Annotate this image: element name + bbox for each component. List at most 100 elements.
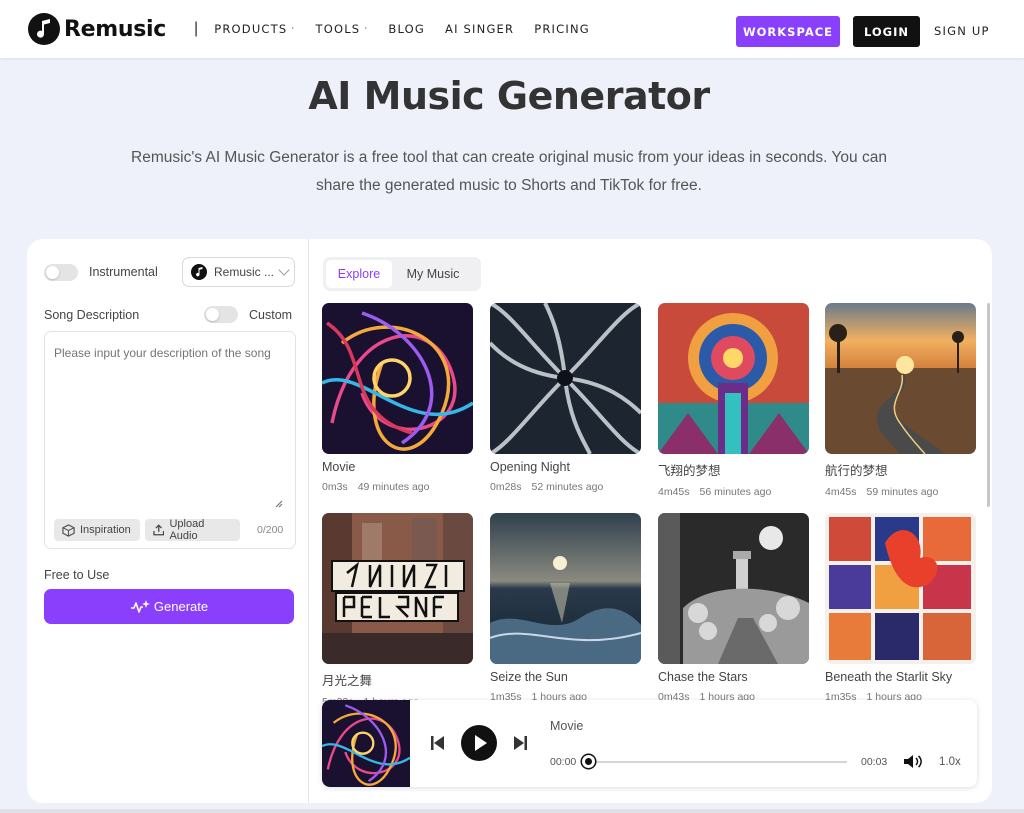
track-card[interactable]: Beneath the Starlit Sky 1m35s 1 hours ago	[825, 513, 976, 703]
track-card[interactable]: Movie 0m3s 49 minutes ago	[322, 303, 473, 493]
track-duration: 0m3s	[322, 481, 348, 493]
nav-pricing-label: PRICING	[534, 22, 590, 36]
playback-speed[interactable]: 1.0x	[939, 756, 961, 768]
track-title: Chase the Stars	[658, 670, 748, 684]
song-description-input[interactable]	[54, 344, 279, 494]
volume-icon[interactable]	[904, 754, 923, 774]
nav-divider: |	[194, 20, 199, 37]
sparkle-wave-icon	[130, 599, 150, 613]
skip-next-icon[interactable]	[514, 736, 527, 755]
brand-logo[interactable]: Remusic	[28, 13, 166, 45]
music-note-icon	[191, 264, 207, 280]
signup-link[interactable]: SIGN UP	[934, 24, 990, 38]
nav-blog[interactable]: BLOG	[388, 22, 425, 36]
char-counter: 0/200	[257, 524, 284, 536]
track-grid: Movie 0m3s 49 minutes ago Opening Night …	[322, 303, 982, 708]
tab-my-music[interactable]: My Music	[392, 260, 474, 288]
album-art-road[interactable]	[825, 303, 976, 454]
progress-track[interactable]	[588, 761, 847, 763]
track-card[interactable]: 飞翔的梦想 4m45s 56 minutes ago	[658, 303, 809, 498]
track-duration: 4m45s	[658, 486, 690, 498]
nav-tools-label: TOOLS	[315, 22, 361, 36]
custom-label: Custom	[249, 308, 293, 322]
chevron-down-icon: ·	[364, 24, 369, 34]
music-tabs: Explore My Music	[323, 257, 481, 291]
generate-label: Generate	[153, 599, 209, 614]
generator-card: Instrumental Remusic ... Song Descriptio…	[27, 239, 992, 803]
track-duration: 4m45s	[825, 486, 857, 498]
track-title: 月光之舞	[322, 674, 373, 688]
dice-icon	[62, 523, 75, 537]
custom-toggle[interactable]	[204, 306, 238, 323]
model-select-value: Remusic ...	[214, 265, 275, 279]
main-nav: PRODUCTS · TOOLS · BLOG AI SINGER PRICING	[214, 22, 610, 36]
nav-ai-singer-label: AI SINGER	[445, 22, 515, 36]
nav-blog-label: BLOG	[388, 22, 426, 36]
album-art-swirl[interactable]	[322, 303, 473, 454]
player-current-time: 00:00	[550, 756, 577, 768]
track-card[interactable]: Seize the Sun 1m35s 1 hours ago	[490, 513, 641, 703]
track-meta: 0m3s 49 minutes ago	[322, 481, 473, 493]
player-track-title: Movie	[550, 719, 584, 733]
player-total-time: 00:03	[861, 756, 888, 768]
upload-audio-button[interactable]: Upload Audio	[145, 518, 240, 542]
page-subtitle: Remusic's AI Music Generator is a free t…	[131, 149, 887, 194]
inspiration-button[interactable]: Inspiration	[54, 519, 140, 541]
track-title: Seize the Sun	[490, 670, 568, 684]
nav-pricing[interactable]: PRICING	[534, 22, 590, 36]
track-duration: 0m28s	[490, 481, 522, 493]
resize-handle-icon[interactable]	[273, 498, 283, 511]
chevron-down-icon	[278, 264, 290, 276]
inspiration-label: Inspiration	[80, 524, 131, 536]
instrumental-toggle[interactable]	[44, 264, 78, 281]
album-art-vortex[interactable]	[490, 303, 641, 454]
album-art-collage[interactable]	[825, 513, 976, 664]
track-meta: 4m45s 56 minutes ago	[658, 486, 809, 498]
upload-icon	[153, 524, 165, 536]
progress-knob[interactable]	[582, 755, 595, 768]
tab-explore[interactable]: Explore	[326, 260, 392, 288]
song-description-label: Song Description	[44, 308, 140, 322]
album-art-graffiti[interactable]	[322, 513, 473, 664]
model-select[interactable]: Remusic ...	[182, 257, 295, 287]
album-art-mandala[interactable]	[658, 303, 809, 454]
nav-ai-singer[interactable]: AI SINGER	[445, 22, 514, 36]
track-time: 56 minutes ago	[699, 486, 772, 498]
player-album-art	[322, 700, 411, 787]
nav-tools[interactable]: TOOLS ·	[315, 22, 368, 36]
login-button[interactable]: LOGIN	[853, 16, 920, 47]
track-card[interactable]: 航行的梦想 4m45s 59 minutes ago	[825, 303, 976, 498]
track-title: Movie	[322, 460, 356, 474]
track-title: 飞翔的梦想	[658, 464, 721, 478]
track-title: Beneath the Starlit Sky	[825, 670, 953, 684]
track-meta: 0m28s 52 minutes ago	[490, 481, 641, 493]
track-card[interactable]: 月光之舞 5m22s1 hours ago	[322, 513, 473, 708]
description-box: Inspiration Upload Audio 0/200	[44, 331, 296, 549]
brand-name: Remusic	[64, 16, 167, 42]
play-button[interactable]	[461, 725, 497, 761]
track-time: 49 minutes ago	[357, 481, 430, 493]
grid-scrollbar[interactable]	[987, 303, 990, 507]
track-time: 59 minutes ago	[866, 486, 939, 498]
generate-button[interactable]: Generate	[44, 589, 294, 624]
track-time: 52 minutes ago	[531, 481, 604, 493]
music-note-logo-icon	[28, 13, 60, 45]
audio-player: Movie 00:00 00:03 1.0x	[322, 700, 977, 787]
upload-audio-label: Upload Audio	[169, 518, 205, 542]
top-navbar: Remusic | PRODUCTS · TOOLS · BLOG AI SINGE…	[0, 0, 1024, 58]
page-title: AI Music Generator	[308, 74, 710, 118]
track-title: Opening Night	[490, 460, 570, 474]
skip-previous-icon[interactable]	[431, 736, 444, 755]
instrumental-label: Instrumental	[89, 265, 158, 279]
album-art-lighthouse[interactable]	[658, 513, 809, 664]
track-card[interactable]: Chase the Stars 0m43s 1 hours ago	[658, 513, 809, 703]
workspace-button[interactable]: WORKSPACE	[736, 16, 840, 47]
nav-products-label: PRODUCTS	[214, 22, 288, 36]
chevron-down-icon: ·	[291, 24, 296, 34]
track-card[interactable]: Opening Night 0m28s 52 minutes ago	[490, 303, 641, 493]
album-art-ocean[interactable]	[490, 513, 641, 664]
generator-form: Instrumental Remusic ... Song Descriptio…	[27, 239, 309, 803]
page-bottom-edge	[0, 809, 1024, 813]
nav-products[interactable]: PRODUCTS ·	[214, 22, 295, 36]
track-meta: 4m45s 59 minutes ago	[825, 486, 976, 498]
